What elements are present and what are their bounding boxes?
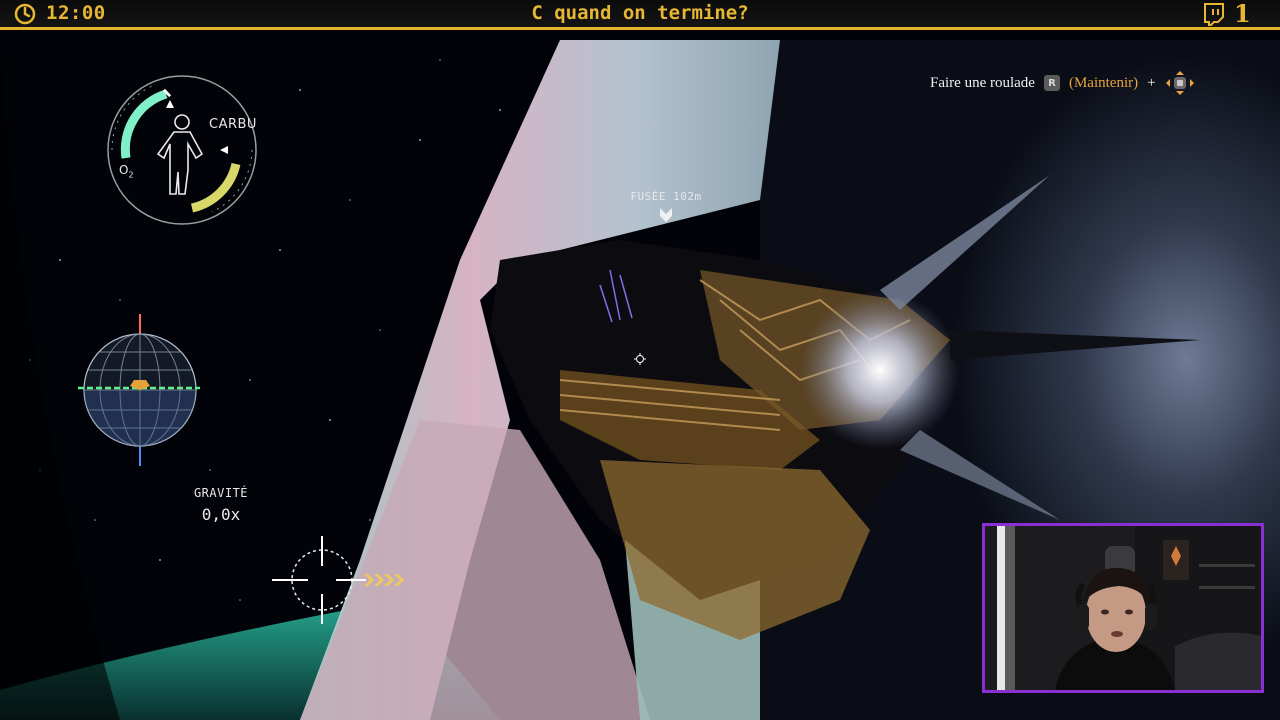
oxygen-label-subscript: 2: [128, 170, 134, 180]
gravity-value: 0,0x: [201, 505, 241, 524]
orientation-globe-icon: [78, 314, 200, 466]
twitch-icon: [1204, 3, 1224, 26]
prompt-plus: +: [1147, 74, 1156, 91]
fuel-label: CARBU: [209, 117, 257, 132]
thruster-reticle-icon: [272, 536, 404, 624]
webcam-image: [985, 526, 1261, 690]
viewer-count: 1: [1234, 0, 1251, 28]
prompt-action-label: Faire une roulade: [930, 74, 1035, 91]
crosshair-icon: [634, 353, 646, 365]
stream-top-bar: 12:00 C quand on termine? 1: [0, 0, 1280, 30]
rocket-marker-icon: [660, 208, 672, 222]
oxygen-label: O2: [119, 163, 134, 179]
prompt-hold-label: (Maintenir): [1068, 74, 1139, 91]
rocket-marker-label: FUSÉE 102m: [630, 190, 702, 203]
key-r-badge: R: [1043, 75, 1060, 91]
roll-prompt: Faire une roulade R (Maintenir) +: [930, 71, 1195, 95]
directional-pad-icon: [1165, 71, 1194, 95]
stream-title: C quand on termine?: [531, 2, 749, 24]
oxygen-fuel-gauge: [107, 75, 257, 225]
webcam-feed: [982, 523, 1264, 693]
gravity-label: GRAVITÉ: [193, 486, 249, 500]
